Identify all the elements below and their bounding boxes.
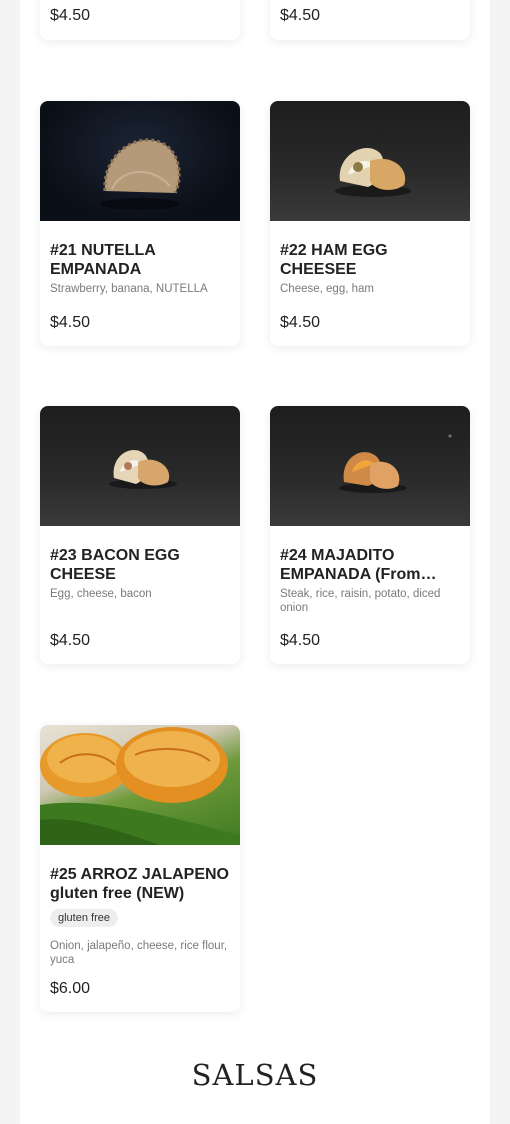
dietary-badge: gluten free <box>50 909 118 927</box>
item-photo <box>40 406 240 526</box>
item-title: #25 ARROZ JALAPENO gluten free (NEW) <box>50 866 229 902</box>
item-photo <box>270 101 470 221</box>
item-title: #24 MAJADITO EMPANADA (From Venezuela) <box>280 547 421 583</box>
item-description: Strawberry, banana, NUTELLA <box>50 283 208 295</box>
item-title: #22 HAM EGG CHEESEE <box>280 242 388 278</box>
fritter-icon <box>40 727 240 845</box>
empanada-icon <box>109 450 177 489</box>
item-price: $4.50 <box>50 7 91 24</box>
item-price: $4.50 <box>280 314 321 331</box>
item-description: Steak, rice, raisin, potato, diced onion <box>280 588 441 614</box>
item-price: $4.50 <box>50 314 91 331</box>
menu-item-card[interactable]: $4.50 <box>40 0 240 40</box>
empanada-icon <box>339 434 452 493</box>
menu-item-card[interactable]: #24 MAJADITO EMPANADA (From Venezuela) S… <box>270 406 470 664</box>
item-description: Egg, cheese, bacon <box>50 588 152 600</box>
section-heading: SALSAS <box>191 1058 319 1092</box>
menu-item-card[interactable]: $4.50 <box>270 0 470 40</box>
item-price: $6.00 <box>50 980 91 997</box>
item-description: Cheese, egg, ham <box>280 283 374 295</box>
item-photo <box>270 406 470 526</box>
item-price: $4.50 <box>50 632 91 649</box>
item-title: #23 BACON EGG CHEESE <box>50 547 180 583</box>
empanada-icon <box>335 147 411 197</box>
empanada-icon <box>100 138 181 210</box>
item-description: Onion, jalapeño, cheese, rice flour, yuc… <box>50 940 228 966</box>
item-photo <box>40 725 240 845</box>
menu-item-card[interactable]: #23 BACON EGG CHEESE Egg, cheese, bacon … <box>40 406 240 664</box>
menu-item-card[interactable]: #25 ARROZ JALAPENO gluten free (NEW) glu… <box>40 725 240 1012</box>
menu-item-card[interactable]: #22 HAM EGG CHEESEE Cheese, egg, ham $4.… <box>270 101 470 346</box>
item-title: #21 NUTELLA EMPANADA <box>50 242 156 278</box>
menu-item-card[interactable]: #21 NUTELLA EMPANADA Strawberry, banana,… <box>40 101 240 346</box>
item-photo <box>40 101 240 221</box>
menu-page: $4.50 $4.50 #21 NUTELLA EMPANADA Strawbe… <box>20 0 490 1124</box>
item-price: $4.50 <box>280 632 321 649</box>
item-price: $4.50 <box>280 7 321 24</box>
